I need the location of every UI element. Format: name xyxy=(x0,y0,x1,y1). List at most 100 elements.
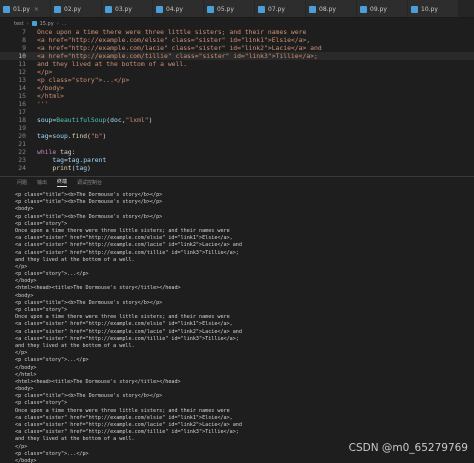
output-line: <a class="sister" href="http://example.c… xyxy=(15,249,239,256)
line-number: 8 xyxy=(22,36,26,44)
code-text: <p class="story">...</p> xyxy=(37,76,129,84)
code-line[interactable]: 16 ''' xyxy=(0,100,474,108)
code-text: tag=soup.find("b") xyxy=(37,132,106,140)
code-line[interactable]: 22 while tag: xyxy=(0,148,474,156)
output-line: <a class="sister" href="http://example.c… xyxy=(15,414,233,421)
output-line: <p class="title"><b>The Dormouse's story… xyxy=(15,199,163,206)
code-token: Once upon a time there were three little… xyxy=(37,28,307,36)
code-line[interactable]: 7 Once upon a time there were three littl… xyxy=(0,28,474,36)
output-line: </body> xyxy=(15,457,37,463)
code-line[interactable]: 8 <a href="http://example.com/elsie" clas… xyxy=(0,36,474,44)
code-line[interactable]: 9 <a href="http://example.com/lacie" clas… xyxy=(0,44,474,52)
terminal-output[interactable]: <p class="title"><b>The Dormouse's story… xyxy=(15,192,470,463)
output-line: <p class="story">...</p> xyxy=(15,271,89,278)
python-file-icon xyxy=(54,5,61,13)
python-file-icon xyxy=(411,5,418,13)
code-token: doc xyxy=(110,116,122,124)
output-line: <a class="sister" href="http://example.c… xyxy=(15,242,242,249)
tab-04-py[interactable]: 04.py xyxy=(153,0,204,17)
tab-02-py[interactable]: 02.py xyxy=(51,0,102,17)
tab-08-py[interactable]: 08.py xyxy=(306,0,357,17)
watermark: CSDN @m0_65279769 xyxy=(348,442,468,454)
tab-label: 09.py xyxy=(370,5,387,13)
code-token: parent xyxy=(83,156,107,164)
code-text: ''' xyxy=(37,100,49,108)
code-line[interactable]: 17 xyxy=(0,108,474,116)
output-line: <html><head><title>The Dormouse's story<… xyxy=(15,378,181,385)
code-token: soup xyxy=(37,116,53,124)
output-line: <p class="story"> xyxy=(15,307,68,313)
tab-10-py[interactable]: 10.py xyxy=(408,0,459,17)
output-line: and they lived at the bottom of a well. xyxy=(15,256,135,263)
output-line: <p class="title"><b>The Dormouse's story… xyxy=(15,299,163,306)
python-file-icon xyxy=(258,5,265,13)
code-token: and they lived at the bottom of a well. xyxy=(37,60,188,68)
line-number: 18 xyxy=(18,116,26,124)
panel-tab[interactable]: 输出 xyxy=(37,179,47,186)
code-token: ) xyxy=(102,132,107,140)
code-editor[interactable]: 7 Once upon a time there were three littl… xyxy=(0,28,474,173)
code-token: print xyxy=(52,164,72,172)
code-line[interactable]: 10 <a href="http://example.com/tillie" cl… xyxy=(0,52,474,60)
code-line[interactable]: 24 print(tag) xyxy=(0,164,474,172)
chevron-right-icon: › xyxy=(26,20,29,27)
code-line[interactable]: 15 </html> xyxy=(0,92,474,100)
output-line: <body> xyxy=(15,292,34,299)
code-token: "lxml" xyxy=(125,116,149,124)
line-number: 14 xyxy=(18,84,26,92)
line-number: 22 xyxy=(18,148,26,156)
tab-01-py[interactable]: 01.py × xyxy=(0,0,51,17)
line-number: 10 xyxy=(18,52,26,60)
code-line[interactable]: 11 and they lived at the bottom of a well… xyxy=(0,60,474,68)
line-number: 7 xyxy=(22,28,26,36)
code-text: </html> xyxy=(37,92,64,100)
code-text: </p> xyxy=(37,68,52,76)
code-line[interactable]: 19 xyxy=(0,124,474,132)
panel-tab[interactable]: 终端 xyxy=(57,178,68,187)
code-token: soup xyxy=(52,132,68,140)
code-token: tag xyxy=(37,156,64,164)
code-token: while xyxy=(37,148,57,156)
output-line: <a class="sister" href="http://example.c… xyxy=(15,328,242,335)
code-line[interactable]: 20 tag=soup.find("b") xyxy=(0,132,474,140)
breadcrumb: test › 15.py › ... xyxy=(0,19,474,28)
code-line[interactable]: 13 <p class="story">...</p> xyxy=(0,76,474,84)
output-line: Once upon a time there were three little… xyxy=(15,314,230,321)
python-file-icon xyxy=(105,5,112,13)
tab-05-py[interactable]: 05.py xyxy=(204,0,255,17)
tab-label: 04.py xyxy=(166,5,183,13)
code-token: <p class="story">...</p> xyxy=(37,76,130,84)
close-icon[interactable]: × xyxy=(34,6,39,13)
output-line: <a class="sister" href="http://example.c… xyxy=(15,422,242,428)
breadcrumb-file[interactable]: 15.py xyxy=(40,21,54,27)
output-line: </p> xyxy=(15,263,28,270)
tab-label: 03.py xyxy=(115,5,132,13)
code-line[interactable]: 14 </body> xyxy=(0,84,474,92)
output-line: <p class="story"> xyxy=(15,220,68,227)
code-line[interactable]: 12 </p> xyxy=(0,68,474,76)
code-token: ) xyxy=(148,116,153,124)
tab-label: 02.py xyxy=(64,5,81,13)
tab-03-py[interactable]: 03.py xyxy=(102,0,153,17)
tab-09-py[interactable]: 09.py xyxy=(357,0,408,17)
breadcrumb-folder[interactable]: test xyxy=(14,21,24,27)
tab-label: 01.py xyxy=(13,5,30,13)
code-line[interactable]: 18 soup=BeautifulSoup(doc,"lxml") xyxy=(0,116,474,124)
code-line[interactable]: 23 tag=tag.parent xyxy=(0,156,474,164)
code-text: <a href="http://example.com/lacie" class… xyxy=(37,44,322,52)
output-line: <a class="sister" href="http://example.c… xyxy=(15,429,239,436)
code-text: and they lived at the bottom of a well. xyxy=(37,60,187,68)
tab-07-py[interactable]: 07.py xyxy=(255,0,306,17)
output-line: </html> xyxy=(15,371,37,378)
code-token: </p> xyxy=(37,68,53,76)
code-token: BeautifulSoup xyxy=(56,116,107,124)
output-line: </body> xyxy=(15,278,37,285)
python-file-icon xyxy=(156,5,163,13)
output-line: <html><head><title>The Dormouse's story<… xyxy=(15,285,181,292)
code-line[interactable]: 21 xyxy=(0,140,474,148)
panel-tab[interactable]: 问题 xyxy=(17,179,27,186)
panel-tab[interactable]: 调试控制台 xyxy=(77,179,102,186)
code-token: tag xyxy=(37,132,49,140)
output-line: Once upon a time there were three little… xyxy=(15,407,230,414)
